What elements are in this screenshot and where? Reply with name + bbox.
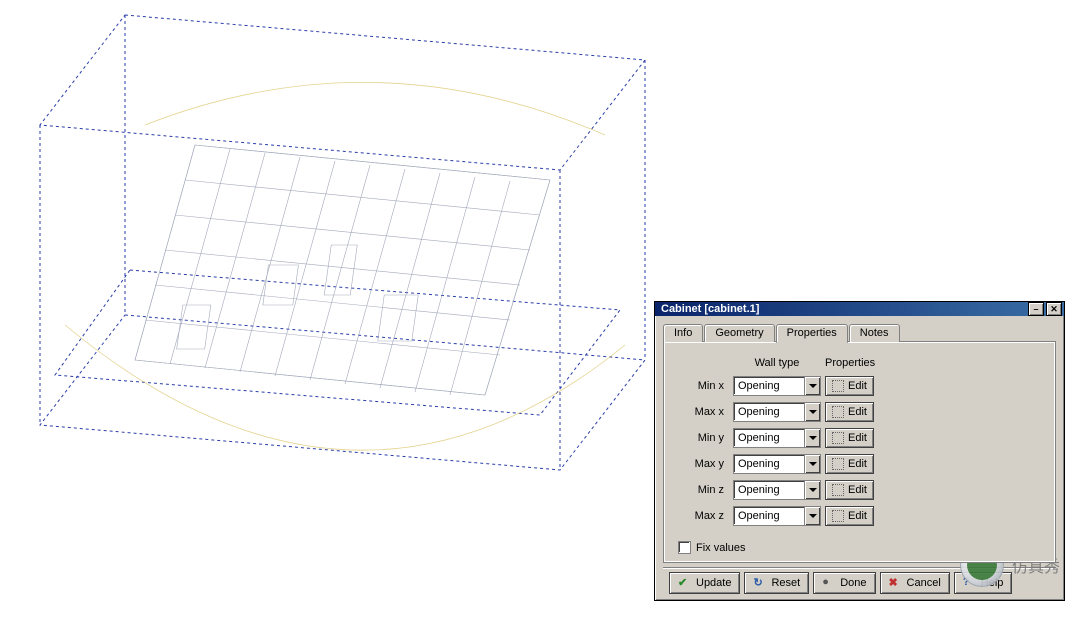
walltype-select-miny[interactable]: Opening [733, 428, 821, 448]
chevron-down-icon[interactable] [804, 429, 820, 447]
row-label: Max z [680, 505, 730, 527]
edit-button-maxz[interactable]: Edit [825, 506, 874, 526]
tab-body-properties: Wall type Properties Min x Opening [663, 341, 1056, 563]
table-row: Max y Opening Edit [680, 453, 876, 475]
cabinet-properties-dialog: Cabinet [cabinet.1] – ✕ Info Geometry Pr… [654, 301, 1065, 601]
dialog-titlebar[interactable]: Cabinet [cabinet.1] – ✕ [655, 302, 1064, 316]
row-label: Min z [680, 479, 730, 501]
reset-button[interactable]: ↻ Reset [744, 572, 809, 594]
x-icon: ✖ [889, 576, 902, 589]
table-row: Max z Opening Edit [680, 505, 876, 527]
minimize-button[interactable]: – [1028, 302, 1044, 316]
dialog-title: Cabinet [cabinet.1] [657, 303, 1026, 315]
cancel-button[interactable]: ✖ Cancel [880, 572, 950, 594]
tab-info[interactable]: Info [663, 324, 703, 342]
edit-icon [832, 510, 844, 522]
tab-geometry[interactable]: Geometry [704, 324, 774, 342]
table-row: Min x Opening Edit [680, 375, 876, 397]
edit-icon [832, 432, 844, 444]
walltype-select-maxx[interactable]: Opening [733, 402, 821, 422]
table-row: Min z Opening Edit [680, 479, 876, 501]
circle-icon: ● [822, 576, 835, 589]
edit-button-minz[interactable]: Edit [825, 480, 874, 500]
chevron-down-icon[interactable] [804, 481, 820, 499]
tab-notes[interactable]: Notes [849, 324, 900, 342]
refresh-icon: ↻ [753, 576, 766, 589]
walltype-select-minx[interactable]: Opening [733, 376, 821, 396]
col-header-walltype: Wall type [732, 356, 822, 371]
fix-values-checkbox-row: Fix values [678, 541, 1041, 554]
row-label: Min y [680, 427, 730, 449]
edit-icon [832, 406, 844, 418]
fix-values-checkbox[interactable] [678, 541, 691, 554]
done-button[interactable]: ● Done [813, 572, 875, 594]
check-icon: ✔ [678, 576, 691, 589]
dialog-button-row: ✔ Update ↻ Reset ● Done ✖ Cancel ? Help [663, 567, 1056, 597]
fix-values-label: Fix values [696, 542, 746, 554]
chevron-down-icon[interactable] [804, 507, 820, 525]
chevron-down-icon[interactable] [804, 403, 820, 421]
row-label: Max x [680, 401, 730, 423]
question-icon: ? [963, 576, 976, 589]
walltype-select-maxy[interactable]: Opening [733, 454, 821, 474]
update-button[interactable]: ✔ Update [669, 572, 740, 594]
col-header-properties: Properties [824, 356, 876, 371]
edit-icon [832, 484, 844, 496]
row-label: Max y [680, 453, 730, 475]
edit-icon [832, 380, 844, 392]
table-row: Min y Opening Edit [680, 427, 876, 449]
walltype-select-minz[interactable]: Opening [733, 480, 821, 500]
edit-icon [832, 458, 844, 470]
help-button[interactable]: ? Help [954, 572, 1013, 594]
bounding-box-wireframe [5, 5, 690, 580]
edit-button-maxx[interactable]: Edit [825, 402, 874, 422]
close-button[interactable]: ✕ [1046, 302, 1062, 316]
tab-properties[interactable]: Properties [776, 324, 848, 343]
edit-button-miny[interactable]: Edit [825, 428, 874, 448]
edit-button-maxy[interactable]: Edit [825, 454, 874, 474]
row-label: Min x [680, 375, 730, 397]
edit-button-minx[interactable]: Edit [825, 376, 874, 396]
walltype-select-maxz[interactable]: Opening [733, 506, 821, 526]
chevron-down-icon[interactable] [804, 455, 820, 473]
tab-row: Info Geometry Properties Notes [663, 322, 1056, 342]
wall-type-table: Wall type Properties Min x Opening [678, 352, 878, 531]
chevron-down-icon[interactable] [804, 377, 820, 395]
table-row: Max x Opening Edit [680, 401, 876, 423]
